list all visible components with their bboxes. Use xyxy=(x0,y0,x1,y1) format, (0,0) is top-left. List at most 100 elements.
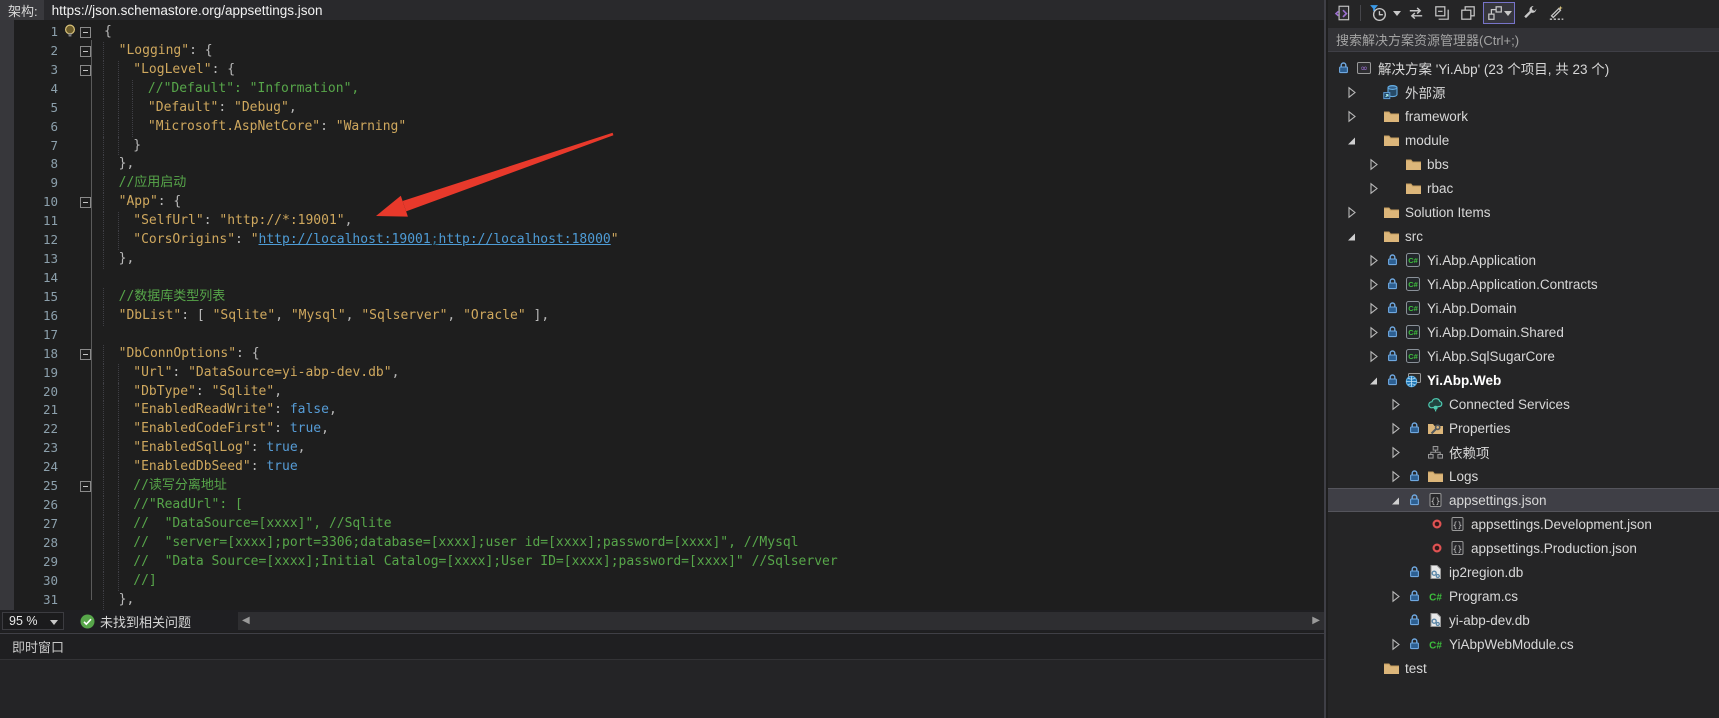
code-line[interactable]: 24"EnabledDbSeed": true xyxy=(0,458,1324,477)
expander-open-icon[interactable] xyxy=(1363,373,1383,388)
code-line[interactable]: 26//"ReadUrl": [ xyxy=(0,496,1324,515)
tree-item[interactable]: ∞解决方案 'Yi.Abp' (23 个项目, 共 23 个) xyxy=(1328,56,1719,80)
code-line[interactable]: 3"LogLevel": { xyxy=(0,61,1324,80)
fold-collapse-icon[interactable] xyxy=(80,27,91,38)
code-line[interactable]: 17 xyxy=(0,326,1324,345)
code-line[interactable]: 9//应用启动 xyxy=(0,174,1324,193)
expander-closed-icon[interactable] xyxy=(1363,157,1383,172)
horizontal-scrollbar[interactable]: ◀ ▶ xyxy=(238,612,1324,630)
tree-item[interactable]: C#YiAbpWebModule.cs xyxy=(1328,632,1719,656)
switch-views-icon[interactable] xyxy=(1332,2,1354,24)
fold-collapse-icon[interactable] xyxy=(80,65,91,76)
fold-collapse-icon[interactable] xyxy=(80,349,91,360)
tree-item[interactable]: C#Yi.Abp.Domain.Shared xyxy=(1328,320,1719,344)
expander-closed-icon[interactable] xyxy=(1363,277,1383,292)
expander-closed-icon[interactable] xyxy=(1341,109,1361,124)
expander-closed-icon[interactable] xyxy=(1363,181,1383,196)
expander-closed-icon[interactable] xyxy=(1385,445,1405,460)
code-line[interactable]: 7} xyxy=(0,137,1324,156)
tree-item[interactable]: 外部源 xyxy=(1328,80,1719,104)
scroll-right-icon[interactable]: ▶ xyxy=(1308,612,1324,630)
code-line[interactable]: 4//"Default": "Information", xyxy=(0,80,1324,99)
tree-item[interactable]: Solution Items xyxy=(1328,200,1719,224)
code-line[interactable]: 19"Url": "DataSource=yi-abp-dev.db", xyxy=(0,364,1324,383)
code-line[interactable]: 16"DbList": [ "Sqlite", "Mysql", "Sqlser… xyxy=(0,307,1324,326)
scroll-left-icon[interactable]: ◀ xyxy=(238,612,254,630)
fold-collapse-icon[interactable] xyxy=(80,46,91,57)
tree-item[interactable]: Connected Services xyxy=(1328,392,1719,416)
expander-open-icon[interactable] xyxy=(1341,133,1361,148)
tree-item[interactable]: {}appsettings.Production.json xyxy=(1328,536,1719,560)
code-line[interactable]: 30//] xyxy=(0,572,1324,591)
tree-item[interactable]: C#Yi.Abp.Application xyxy=(1328,248,1719,272)
tree-item[interactable]: rbac xyxy=(1328,176,1719,200)
code-line[interactable]: 10"App": { xyxy=(0,193,1324,212)
code-line[interactable]: 31}, xyxy=(0,591,1324,610)
expander-closed-icon[interactable] xyxy=(1385,637,1405,652)
expander-closed-icon[interactable] xyxy=(1341,205,1361,220)
tree-item[interactable]: Yi.Abp.Web xyxy=(1328,368,1719,392)
expander-closed-icon[interactable] xyxy=(1385,421,1405,436)
tree-item[interactable]: framework xyxy=(1328,104,1719,128)
code-line[interactable]: 29// "Data Source=[xxxx];Initial Catalog… xyxy=(0,553,1324,572)
properties-pages-icon[interactable] xyxy=(1457,2,1479,24)
code-line[interactable]: 13}, xyxy=(0,250,1324,269)
tree-item[interactable]: ip2region.db xyxy=(1328,560,1719,584)
tree-item[interactable]: 依赖项 xyxy=(1328,440,1719,464)
tree-item[interactable]: module xyxy=(1328,128,1719,152)
sync-selection-toggle[interactable] xyxy=(1483,2,1515,24)
fold-collapse-icon[interactable] xyxy=(80,197,91,208)
tree-item[interactable]: C#Yi.Abp.Domain xyxy=(1328,296,1719,320)
tree-item[interactable]: Logs xyxy=(1328,464,1719,488)
expander-closed-icon[interactable] xyxy=(1385,397,1405,412)
tree-item[interactable]: Properties xyxy=(1328,416,1719,440)
solution-explorer-search-input[interactable]: 搜索解决方案资源管理器(Ctrl+;) xyxy=(1328,28,1719,52)
code-line[interactable]: 2"Logging": { xyxy=(0,42,1324,61)
expander-open-icon[interactable] xyxy=(1341,229,1361,244)
zoom-level-select[interactable]: 95 % xyxy=(2,612,64,630)
sync-selection-caret[interactable] xyxy=(1504,11,1512,16)
expander-closed-icon[interactable] xyxy=(1363,253,1383,268)
expander-closed-icon[interactable] xyxy=(1385,589,1405,604)
code-line[interactable]: 5"Default": "Debug", xyxy=(0,99,1324,118)
code-line[interactable]: 28// "server=[xxxx];port=3306;database=[… xyxy=(0,534,1324,553)
tree-item[interactable]: C#Yi.Abp.Application.Contracts xyxy=(1328,272,1719,296)
tree-item[interactable]: C#Yi.Abp.SqlSugarCore xyxy=(1328,344,1719,368)
tree-item[interactable]: bbs xyxy=(1328,152,1719,176)
tree-item[interactable]: src xyxy=(1328,224,1719,248)
code-line[interactable]: 20"DbType": "Sqlite", xyxy=(0,383,1324,402)
tree-item[interactable]: test xyxy=(1328,656,1719,680)
code-line[interactable]: 1{ xyxy=(0,23,1324,42)
tree-item[interactable]: {}appsettings.Development.json xyxy=(1328,512,1719,536)
code-line[interactable]: 18"DbConnOptions": { xyxy=(0,345,1324,364)
properties-wrench-icon[interactable] xyxy=(1519,2,1541,24)
fold-collapse-icon[interactable] xyxy=(80,481,91,492)
code-line[interactable]: 23"EnabledSqlLog": true, xyxy=(0,439,1324,458)
sync-with-active-document-icon[interactable] xyxy=(1405,2,1427,24)
lightbulb-icon[interactable] xyxy=(62,23,78,44)
expander-closed-icon[interactable] xyxy=(1363,325,1383,340)
expander-open-icon[interactable] xyxy=(1385,493,1405,508)
expander-closed-icon[interactable] xyxy=(1341,85,1361,100)
pending-changes-filter-icon[interactable] xyxy=(1367,2,1389,24)
immediate-window-title[interactable]: 即时窗口 xyxy=(0,634,1324,660)
preview-selected-items-icon[interactable] xyxy=(1545,2,1567,24)
filter-dropdown-caret[interactable] xyxy=(1393,11,1401,16)
expander-closed-icon[interactable] xyxy=(1385,469,1405,484)
immediate-window-content[interactable] xyxy=(0,660,1324,718)
expander-closed-icon[interactable] xyxy=(1363,349,1383,364)
tree-item[interactable]: {}appsettings.json xyxy=(1328,488,1719,512)
schema-url-combobox[interactable]: https://json.schemastore.org/appsettings… xyxy=(44,0,1324,20)
tree-item[interactable]: C#Program.cs xyxy=(1328,584,1719,608)
code-line[interactable]: 22"EnabledCodeFirst": true, xyxy=(0,420,1324,439)
code-line[interactable]: 21"EnabledReadWrite": false, xyxy=(0,401,1324,420)
code-line[interactable]: 27// "DataSource=[xxxx]", //Sqlite xyxy=(0,515,1324,534)
code-line[interactable]: 12"CorsOrigins": "http://localhost:19001… xyxy=(0,231,1324,250)
code-line[interactable]: 15//数据库类型列表 xyxy=(0,288,1324,307)
expander-closed-icon[interactable] xyxy=(1363,301,1383,316)
code-line[interactable]: 11"SelfUrl": "http://*:19001", xyxy=(0,212,1324,231)
code-line[interactable]: 6"Microsoft.AspNetCore": "Warning" xyxy=(0,118,1324,137)
code-line[interactable]: 25//读写分离地址 xyxy=(0,477,1324,496)
collapse-all-icon[interactable] xyxy=(1431,2,1453,24)
tree-item[interactable]: yi-abp-dev.db xyxy=(1328,608,1719,632)
